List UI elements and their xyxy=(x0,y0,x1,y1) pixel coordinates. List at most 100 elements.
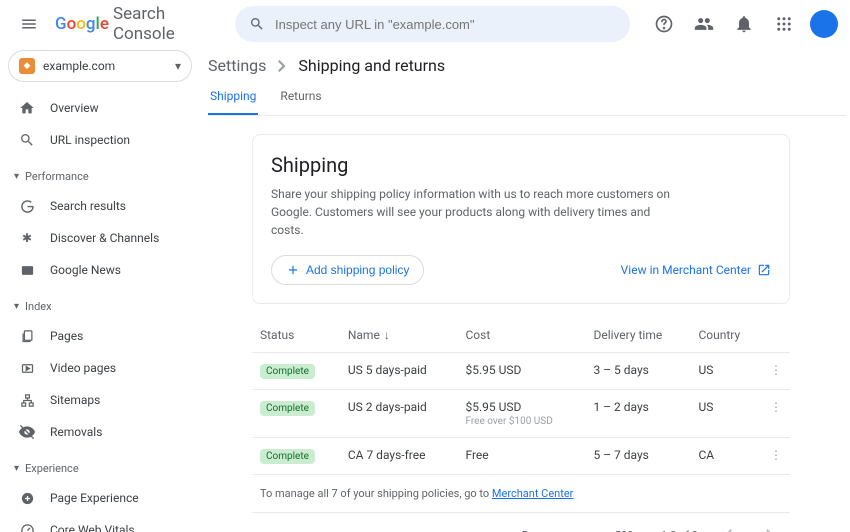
sidebar: ◆ example.com ▾ Overview URL inspection … xyxy=(0,48,200,532)
chevron-down-icon: ▾ xyxy=(175,59,181,73)
chevron-down-icon: ▾ xyxy=(14,301,19,312)
plus-circle-icon xyxy=(18,491,36,506)
help-icon[interactable] xyxy=(646,6,682,42)
open-external-icon xyxy=(757,263,771,277)
speed-icon xyxy=(18,523,36,532)
shipping-card: Shipping Share your shipping policy info… xyxy=(252,134,790,304)
sidebar-group-index[interactable]: ▾Index xyxy=(8,292,192,320)
cell-country: CA xyxy=(690,438,762,475)
cell-name: US 2 days-paid xyxy=(340,390,458,438)
sidebar-item-label: Page Experience xyxy=(50,491,139,505)
property-favicon: ◆ xyxy=(19,58,35,74)
status-badge: Complete xyxy=(260,364,315,379)
sidebar-item-pages[interactable]: Pages xyxy=(8,320,192,352)
sort-down-icon: ↓ xyxy=(384,328,390,342)
breadcrumb-parent[interactable]: Settings xyxy=(208,56,266,75)
sidebar-group-experience[interactable]: ▾Experience xyxy=(8,454,192,482)
cell-name: US 5 days-paid xyxy=(340,353,458,390)
property-selector[interactable]: ◆ example.com ▾ xyxy=(8,50,192,82)
breadcrumb: Settings Shipping and returns xyxy=(208,56,846,75)
sidebar-item-core-web-vitals[interactable]: Core Web Vitals xyxy=(8,514,192,532)
sidebar-item-video-pages[interactable]: Video pages xyxy=(8,352,192,384)
sidebar-item-removals[interactable]: Removals xyxy=(8,416,192,448)
sidebar-item-url-inspection[interactable]: URL inspection xyxy=(8,124,192,156)
sidebar-item-label: Search results xyxy=(50,199,126,213)
sidebar-item-sitemaps[interactable]: Sitemaps xyxy=(8,384,192,416)
prev-page-button[interactable] xyxy=(716,523,740,532)
sidebar-item-label: Pages xyxy=(50,329,83,343)
shipping-policies-table: Status Name↓ Cost Delivery time Country … xyxy=(252,318,790,513)
product-name: Search Console xyxy=(113,4,209,44)
pages-icon xyxy=(18,329,36,344)
tab-shipping[interactable]: Shipping xyxy=(208,89,258,115)
search-input[interactable] xyxy=(275,17,616,32)
sidebar-item-page-experience[interactable]: Page Experience xyxy=(8,482,192,514)
cell-cost: Free xyxy=(457,438,585,475)
sidebar-item-google-news[interactable]: Google News xyxy=(8,254,192,286)
status-badge: Complete xyxy=(260,401,315,416)
cell-country: US xyxy=(690,353,762,390)
people-icon[interactable] xyxy=(686,6,722,42)
sitemap-icon xyxy=(18,393,36,408)
chevron-down-icon: ▾ xyxy=(637,529,643,532)
sidebar-item-label: Discover & Channels xyxy=(50,231,159,245)
chevron-right-icon xyxy=(278,60,286,72)
sidebar-item-discover[interactable]: ✱ Discover & Channels xyxy=(8,222,192,254)
cell-delivery: 5 – 7 days xyxy=(585,438,690,475)
col-delivery[interactable]: Delivery time xyxy=(585,318,690,353)
url-inspect-search[interactable] xyxy=(235,6,630,42)
cell-name: CA 7 days-free xyxy=(340,438,458,475)
sidebar-item-label: Overview xyxy=(50,101,99,115)
sidebar-item-overview[interactable]: Overview xyxy=(8,92,192,124)
card-title: Shipping xyxy=(271,153,771,177)
sidebar-item-label: Video pages xyxy=(50,361,116,375)
video-icon xyxy=(18,361,36,376)
star-icon: ✱ xyxy=(18,231,36,245)
col-cost[interactable]: Cost xyxy=(457,318,585,353)
table-row[interactable]: Complete CA 7 days-freeFree5 – 7 daysCA⋮ xyxy=(252,438,790,475)
sidebar-group-performance[interactable]: ▾Performance xyxy=(8,162,192,190)
account-avatar[interactable] xyxy=(810,10,838,38)
sidebar-item-label: Google News xyxy=(50,263,121,277)
sidebar-item-label: URL inspection xyxy=(50,133,130,147)
plus-icon xyxy=(286,263,300,277)
add-shipping-policy-button[interactable]: Add shipping policy xyxy=(271,255,424,285)
chevron-down-icon: ▾ xyxy=(14,171,19,182)
col-name[interactable]: Name↓ xyxy=(340,318,458,353)
product-logo[interactable]: Google Search Console xyxy=(55,4,209,44)
col-status[interactable]: Status xyxy=(252,318,340,353)
row-menu-button[interactable]: ⋮ xyxy=(762,390,790,438)
row-menu-button[interactable]: ⋮ xyxy=(762,438,790,475)
pagination-range: 1-3 of 3 xyxy=(661,529,698,532)
chevron-down-icon: ▾ xyxy=(14,463,19,474)
table-row[interactable]: CompleteUS 5 days-paid$5.95 USD3 – 5 day… xyxy=(252,353,790,390)
search-icon xyxy=(249,16,265,32)
row-menu-button[interactable]: ⋮ xyxy=(762,353,790,390)
rows-per-page-label: Rows per page: xyxy=(522,529,597,532)
main-content: Settings Shipping and returns Shipping R… xyxy=(200,48,850,532)
table-footer: To manage all 7 of your shipping policie… xyxy=(252,475,790,513)
tabs: Shipping Returns xyxy=(208,89,846,116)
view-merchant-center-link[interactable]: View in Merchant Center xyxy=(621,263,771,277)
rows-per-page-select[interactable]: 500 ▾ xyxy=(615,529,643,532)
tab-returns[interactable]: Returns xyxy=(278,89,323,115)
merchant-center-link[interactable]: Merchant Center xyxy=(492,487,574,500)
cell-country: US xyxy=(690,390,762,438)
news-icon xyxy=(18,263,36,278)
status-badge: Complete xyxy=(260,449,315,464)
home-icon xyxy=(18,100,36,116)
sidebar-item-label: Core Web Vitals xyxy=(50,523,135,532)
next-page-button[interactable] xyxy=(758,523,782,532)
merchant-link-label: View in Merchant Center xyxy=(621,263,751,277)
cell-delivery: 1 – 2 days xyxy=(585,390,690,438)
cell-cost: $5.95 USD xyxy=(457,353,585,390)
search-icon xyxy=(18,132,36,148)
sidebar-item-search-results[interactable]: Search results xyxy=(8,190,192,222)
table-row[interactable]: CompleteUS 2 days-paid$5.95 USDFree over… xyxy=(252,390,790,438)
hamburger-menu[interactable] xyxy=(12,4,47,44)
col-country[interactable]: Country xyxy=(690,318,762,353)
remove-icon xyxy=(18,424,36,440)
breadcrumb-current: Shipping and returns xyxy=(298,56,445,75)
apps-icon[interactable] xyxy=(766,6,802,42)
notifications-icon[interactable] xyxy=(726,6,762,42)
